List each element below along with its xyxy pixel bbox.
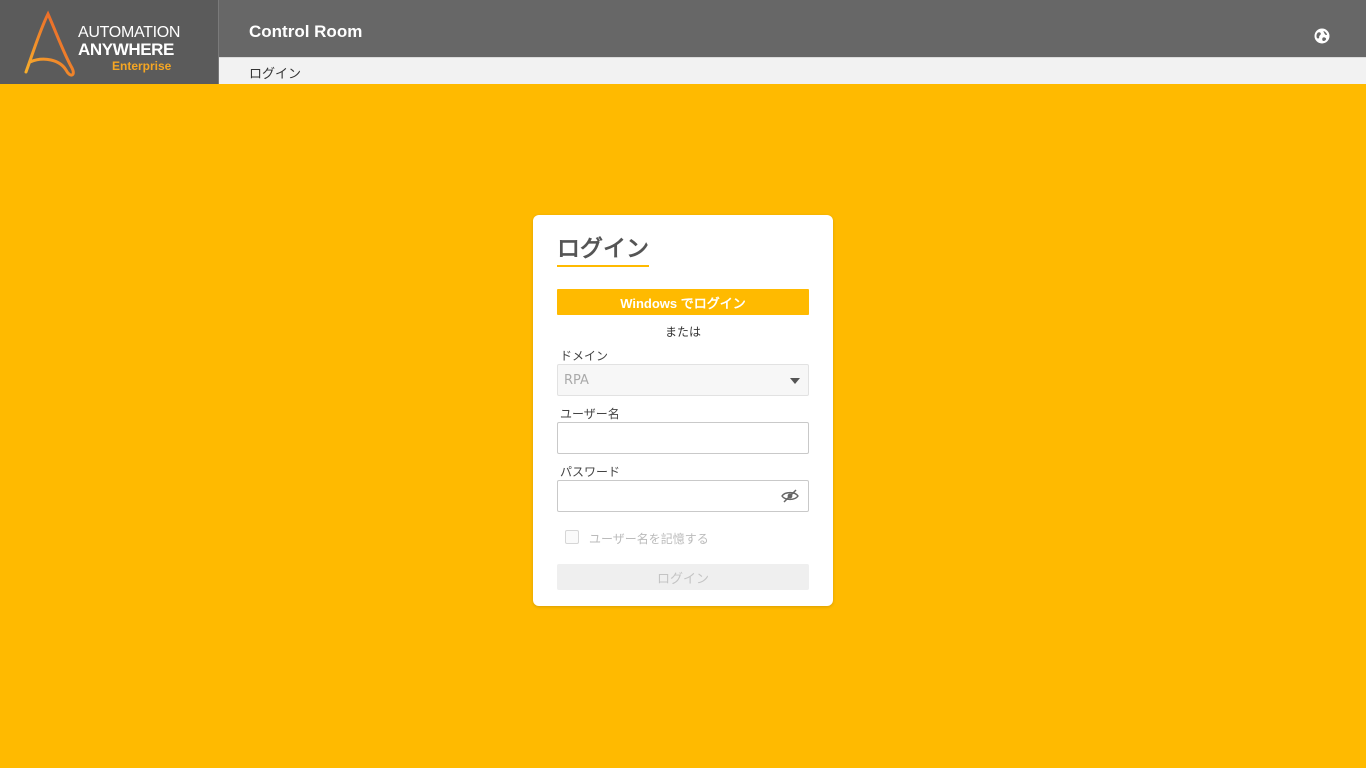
logo-text-enterprise: Enterprise (112, 59, 172, 73)
login-card: ログイン Windows でログイン または ドメイン RPA ユーザー名 パス… (533, 215, 833, 606)
domain-selected-value: RPA (564, 373, 589, 388)
app-title: Control Room (249, 22, 363, 41)
domain-select[interactable]: RPA (557, 364, 809, 396)
domain-label: ドメイン (560, 349, 609, 363)
login-title: ログイン (557, 229, 649, 267)
logo[interactable]: AUTOMATION ANYWHERE Enterprise (0, 0, 219, 84)
remember-username-label: ユーザー名を記憶する (589, 532, 709, 546)
top-bar: Control Room (219, 0, 1366, 57)
app-header: AUTOMATION ANYWHERE Enterprise Control R… (0, 0, 1366, 84)
logo-text-anywhere: ANYWHERE (78, 40, 174, 59)
breadcrumb: ログイン (249, 67, 302, 82)
eye-off-icon[interactable] (781, 489, 799, 503)
login-submit-button[interactable]: ログイン (557, 564, 809, 590)
chevron-down-icon (790, 378, 800, 384)
or-divider-text: または (664, 325, 701, 339)
windows-login-button[interactable]: Windows でログイン (557, 289, 809, 315)
globe-icon[interactable] (1314, 28, 1330, 44)
remember-username-checkbox[interactable] (565, 530, 579, 544)
breadcrumb-bar: ログイン (219, 57, 1366, 84)
username-label: ユーザー名 (560, 407, 620, 421)
password-label: パスワード (560, 465, 621, 479)
automation-anywhere-logo-icon (24, 10, 75, 77)
username-input[interactable] (557, 422, 809, 454)
password-input[interactable] (557, 480, 809, 512)
